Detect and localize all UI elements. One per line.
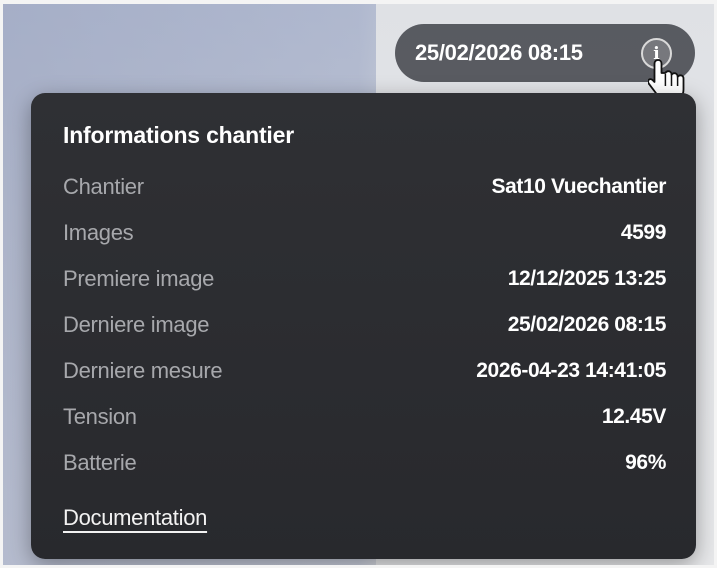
info-row-batterie: Batterie 96%	[63, 448, 666, 478]
row-value: 25/02/2026 08:15	[507, 313, 667, 336]
panel-title: Informations chantier	[63, 122, 294, 148]
documentation-link[interactable]: Documentation	[63, 505, 207, 531]
info-row-derniere-image: Derniere image 25/02/2026 08:15	[63, 310, 666, 340]
datetime-text: 25/02/2026 08:15	[415, 40, 583, 65]
row-value: 96%	[625, 451, 666, 474]
row-value: 12.45V	[601, 405, 667, 428]
row-value: Sat10 Vuechantier	[491, 175, 667, 198]
info-row-tension: Tension 12.45V	[63, 402, 666, 432]
row-label: Tension	[63, 404, 137, 429]
row-label: Chantier	[63, 174, 144, 199]
row-label: Derniere mesure	[63, 358, 223, 383]
row-value: 2026-04-23 14:41:05	[476, 359, 666, 382]
row-label: Derniere image	[63, 312, 210, 337]
row-value: 4599	[620, 221, 667, 244]
row-value: 12/12/2025 13:25	[507, 267, 667, 290]
info-row-premiere-image: Premiere image 12/12/2025 13:25	[63, 264, 666, 294]
info-row-derniere-mesure: Derniere mesure 2026-04-23 14:41:05	[63, 356, 666, 386]
info-row-images: Images 4599	[63, 218, 666, 248]
row-label: Images	[63, 220, 134, 245]
row-label: Batterie	[63, 450, 137, 475]
row-label: Premiere image	[63, 266, 215, 291]
info-row-chantier: Chantier Sat10 Vuechantier	[63, 172, 666, 202]
